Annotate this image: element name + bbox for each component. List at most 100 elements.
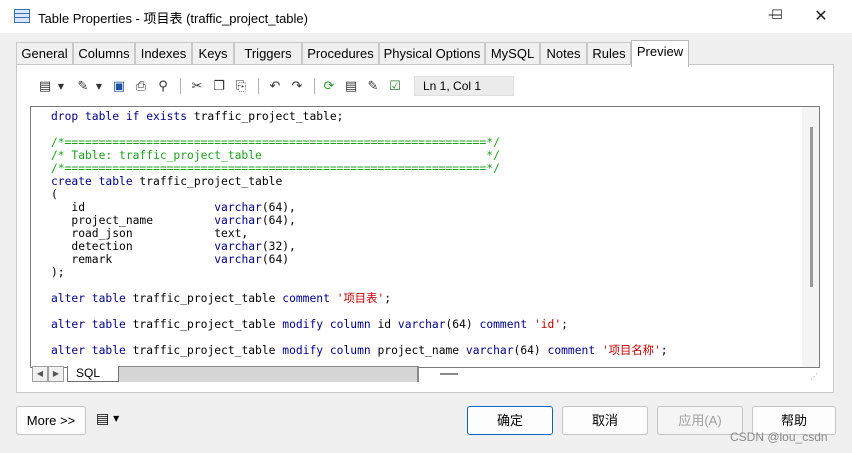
sheet-tab-sql[interactable]: SQL bbox=[67, 366, 119, 382]
tab-rules[interactable]: Rules bbox=[587, 42, 631, 66]
code-token: (64) bbox=[445, 318, 480, 331]
undo-icon[interactable]: ↶ bbox=[266, 77, 284, 95]
code-token: ( bbox=[51, 188, 58, 201]
sql-code[interactable]: drop table if exists traffic_project_tab… bbox=[51, 110, 668, 357]
code-token: varchar bbox=[214, 240, 262, 253]
code-token: project_name bbox=[51, 214, 215, 227]
code-token: traffic_project_table bbox=[132, 318, 283, 331]
code-token: comment bbox=[282, 292, 337, 305]
code-line: project_name varchar(64), bbox=[51, 214, 668, 227]
title-bar: Table Properties - 项目表 (traffic_project_… bbox=[0, 0, 852, 33]
code-token: varchar bbox=[214, 201, 262, 214]
scrollbar-thumb[interactable] bbox=[810, 127, 813, 287]
code-line: alter table traffic_project_table modify… bbox=[51, 344, 668, 357]
code-token: varchar bbox=[214, 214, 262, 227]
code-token: alter table bbox=[51, 344, 133, 357]
tab-physical-options[interactable]: Physical Options bbox=[379, 42, 485, 66]
ok-button[interactable]: 确定 bbox=[467, 406, 553, 435]
code-token: '项目名称' bbox=[601, 344, 661, 357]
refresh-icon[interactable]: ⟳ bbox=[320, 77, 338, 95]
tab-notes[interactable]: Notes bbox=[540, 42, 587, 66]
watermark: CSDN @lou_csdn bbox=[730, 430, 828, 444]
view-icon[interactable]: ▤ bbox=[342, 77, 360, 95]
cancel-button[interactable]: 取消 bbox=[562, 406, 648, 435]
code-token: traffic_project_table bbox=[132, 292, 283, 305]
code-token: create table bbox=[51, 175, 140, 188]
scroll-left-icon[interactable]: ◀ bbox=[32, 366, 48, 382]
code-token: comment bbox=[479, 318, 534, 331]
resize-grip-icon[interactable]: ⋰ bbox=[810, 372, 818, 381]
code-line: ); bbox=[51, 266, 668, 279]
chevron-down-icon[interactable]: ▼ bbox=[52, 77, 70, 95]
toolbar-separator bbox=[258, 78, 259, 94]
sheet-tab-bar: ◀ ▶ SQL ⋰ bbox=[30, 366, 820, 382]
save-icon[interactable]: ▣ bbox=[110, 77, 128, 95]
code-line: detection varchar(32), bbox=[51, 240, 668, 253]
code-token: id bbox=[377, 318, 398, 331]
tab-preview[interactable]: Preview bbox=[631, 40, 689, 67]
code-token: modify column bbox=[282, 318, 378, 331]
check-icon[interactable]: ☑ bbox=[386, 77, 404, 95]
tab-mysql[interactable]: MySQL bbox=[485, 42, 540, 66]
code-line: /*======================================… bbox=[51, 136, 668, 149]
scroll-right-icon[interactable]: ▶ bbox=[48, 366, 64, 382]
code-token: drop table if exists bbox=[51, 110, 194, 123]
code-token: alter table bbox=[51, 292, 133, 305]
code-token: varchar bbox=[214, 253, 262, 266]
tab-procedures[interactable]: Procedures bbox=[302, 42, 379, 66]
find-icon[interactable]: ⚲ bbox=[154, 77, 172, 95]
tab-columns[interactable]: Columns bbox=[73, 42, 135, 66]
code-token: project_name bbox=[377, 344, 466, 357]
code-line: road_json text, bbox=[51, 227, 668, 240]
print-icon[interactable]: ⎙ bbox=[132, 77, 150, 95]
code-token: alter table bbox=[51, 318, 133, 331]
code-token: road_json text, bbox=[51, 227, 249, 240]
code-token: (32), bbox=[261, 240, 296, 253]
copy-icon[interactable]: ❐ bbox=[210, 77, 228, 95]
code-token: /* Table: traffic_project_table */ bbox=[51, 149, 500, 162]
code-token: ; bbox=[660, 344, 668, 357]
code-token: id bbox=[51, 201, 215, 214]
code-line: drop table if exists traffic_project_tab… bbox=[51, 110, 668, 123]
more-button[interactable]: More >> bbox=[16, 406, 86, 435]
tab-keys[interactable]: Keys bbox=[192, 42, 234, 66]
code-token: varchar bbox=[465, 344, 514, 357]
tab-triggers[interactable]: Triggers bbox=[234, 42, 302, 66]
paste-icon[interactable]: ⎘ bbox=[232, 77, 250, 95]
tab-general[interactable]: General bbox=[16, 42, 73, 66]
redo-icon[interactable]: ↷ bbox=[288, 77, 306, 95]
sql-preview-editor[interactable]: drop table if exists traffic_project_tab… bbox=[30, 106, 820, 368]
code-token: traffic_project_table bbox=[139, 175, 283, 188]
chevron-down-icon[interactable]: ▼ bbox=[90, 77, 108, 95]
code-line: alter table traffic_project_table modify… bbox=[51, 318, 668, 331]
code-line: /*======================================… bbox=[51, 162, 668, 175]
code-token: traffic_project_table bbox=[132, 344, 283, 357]
code-line: create table traffic_project_table bbox=[51, 175, 668, 188]
code-token: '项目表' bbox=[336, 292, 385, 305]
cut-icon[interactable]: ✂ bbox=[188, 77, 206, 95]
code-token: (64), bbox=[261, 201, 296, 214]
edit-icon[interactable]: ✎ bbox=[364, 77, 382, 95]
window-title: Table Properties - 项目表 (traffic_project_… bbox=[38, 11, 308, 26]
code-line: ( bbox=[51, 188, 668, 201]
code-token: ; bbox=[561, 318, 568, 331]
close-icon[interactable]: ✕ bbox=[798, 0, 844, 33]
maximize-icon[interactable]: ☐ bbox=[754, 0, 800, 33]
tab-indexes[interactable]: Indexes bbox=[135, 42, 192, 66]
code-token: varchar bbox=[397, 318, 446, 331]
code-token: /*======================================… bbox=[51, 162, 500, 175]
code-token: (64) bbox=[513, 344, 548, 357]
toolbar-separator bbox=[180, 78, 181, 94]
code-line: alter table traffic_project_table commen… bbox=[51, 292, 668, 305]
vertical-scrollbar[interactable] bbox=[802, 107, 819, 367]
cursor-position: Ln 1, Col 1 bbox=[414, 76, 514, 96]
dialog-menu-icon[interactable]: ▤ ▼ bbox=[96, 411, 128, 429]
code-token: (64) bbox=[261, 253, 290, 266]
code-token: modify column bbox=[282, 344, 378, 357]
horizontal-scrollbar-thumb[interactable] bbox=[440, 373, 458, 375]
code-token: remark bbox=[51, 253, 215, 266]
